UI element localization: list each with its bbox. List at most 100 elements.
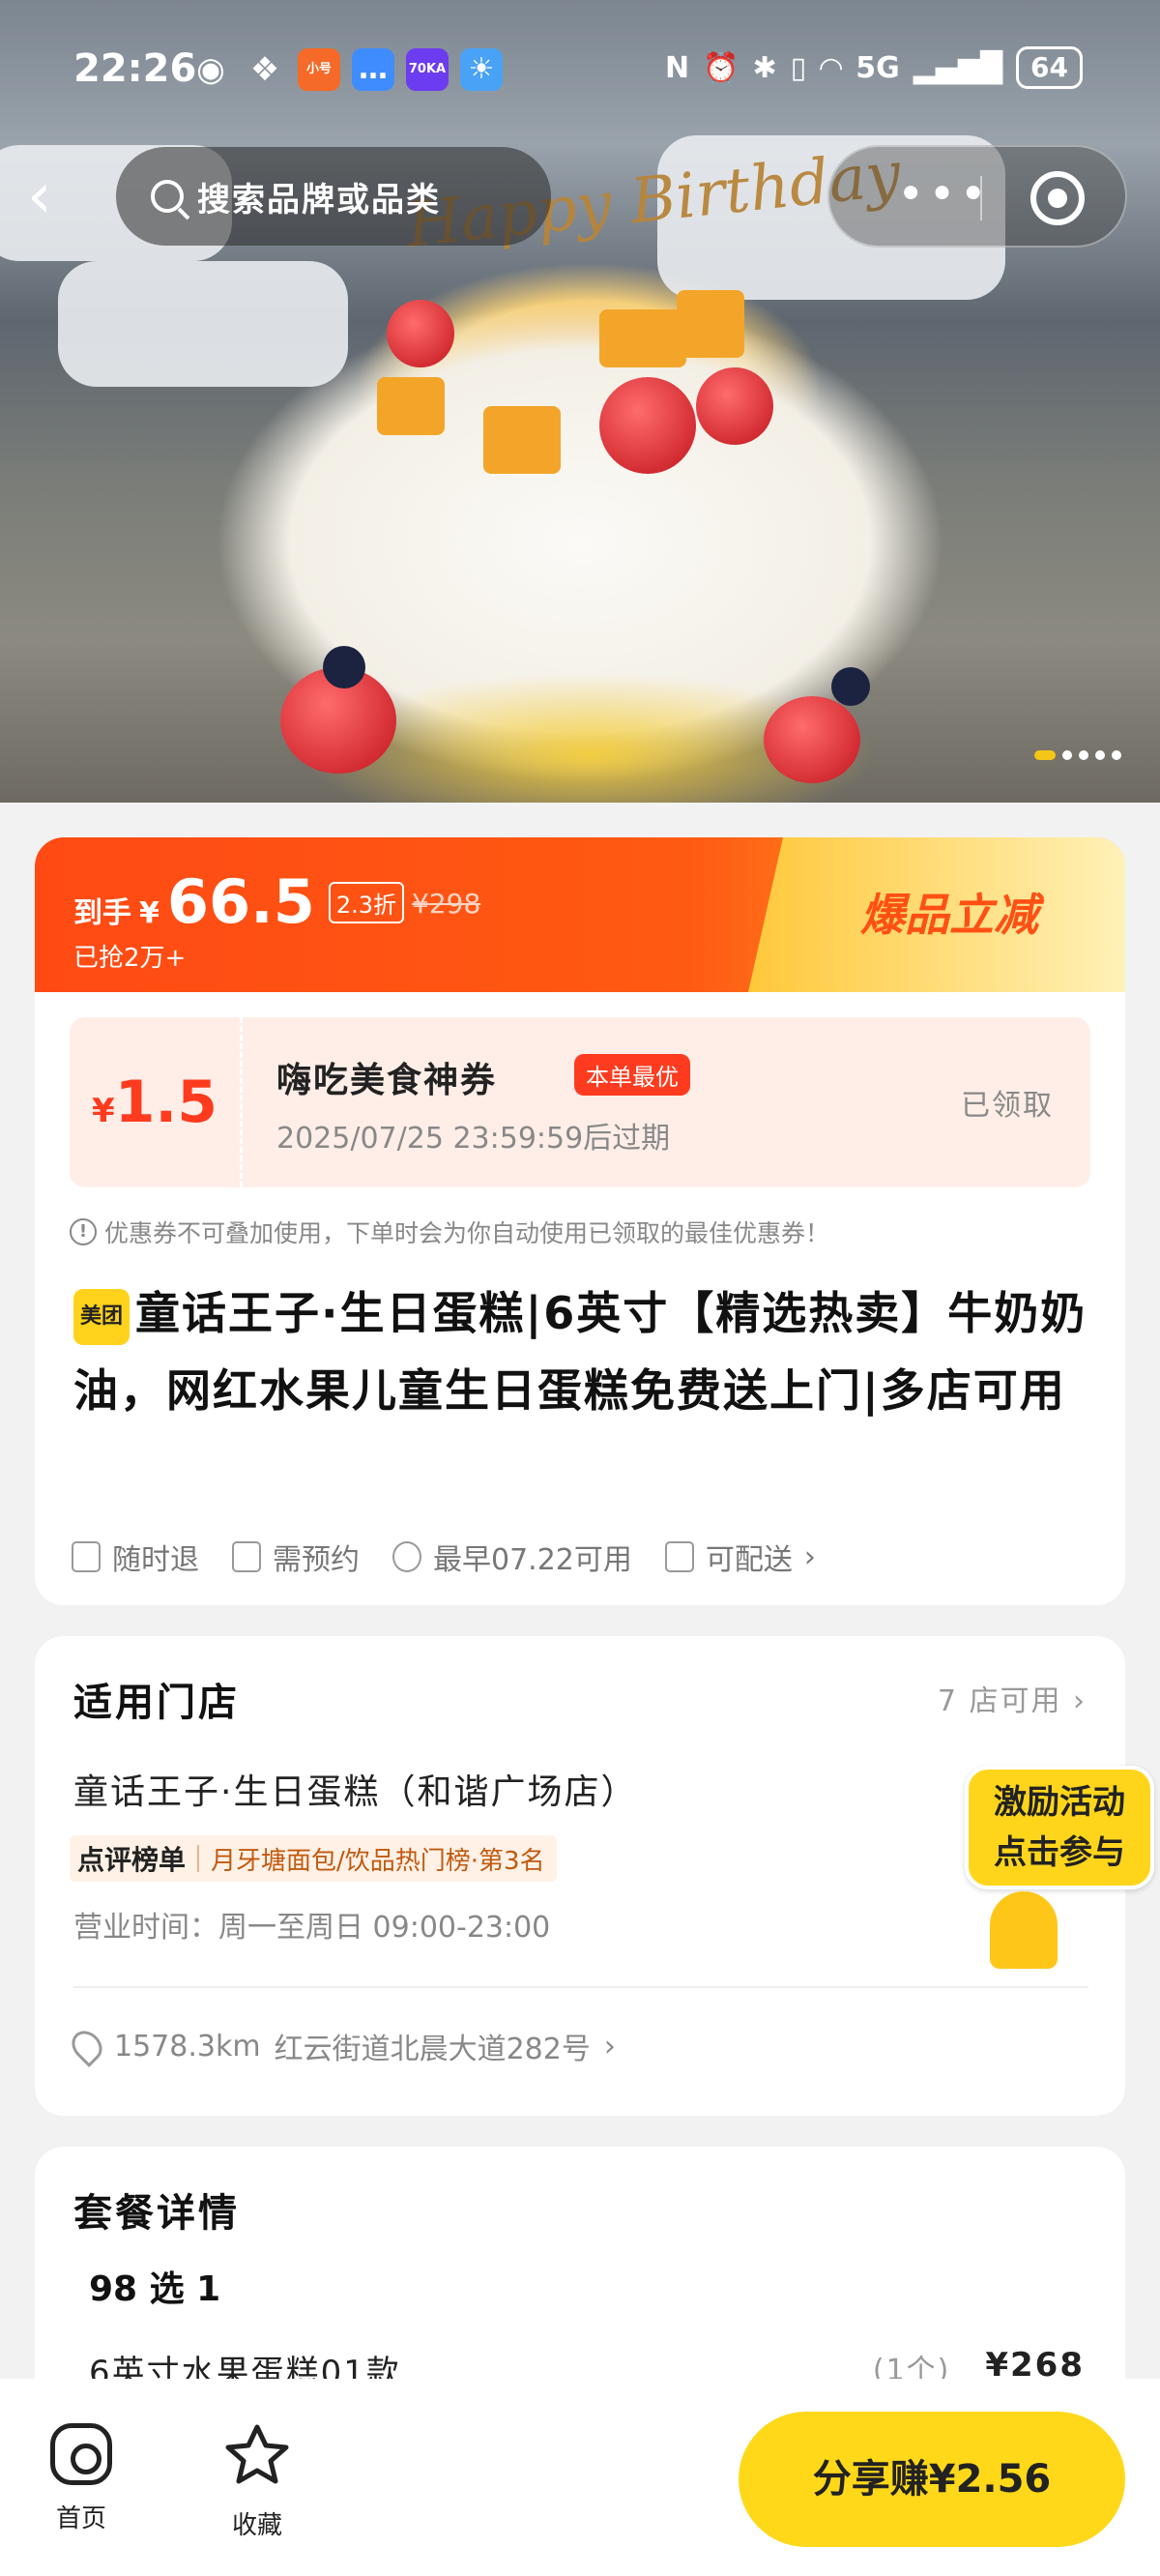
feature-label: 随时退: [112, 1543, 199, 1577]
vibrate-icon: ▯: [790, 50, 807, 85]
capsule-divider: [980, 176, 982, 220]
tab-home-label: 首页: [55, 2504, 106, 2533]
home-icon: [50, 2423, 112, 2485]
product-title-text: 童话王子·生日蛋糕|6英寸【精选热卖】牛奶奶油，网红水果儿童生日蛋糕免费送上门|…: [73, 1287, 1088, 1417]
store-name[interactable]: 童话王子·生日蛋糕（和谐广场店）: [73, 1764, 637, 1814]
app-icon: 70KA: [406, 48, 449, 91]
system-icons: N ⏰ ✱ ▯ ◠ 5G ▂▄▆█ 64: [665, 46, 1083, 89]
coupon-name: 嗨吃美食神券: [276, 1061, 498, 1100]
promo-box[interactable]: 激励活动 点击参与: [965, 1766, 1154, 1889]
status-bar: 22:26 ◉ ❖ 小号 … 70KA ☀ N ⏰ ✱ ▯ ◠ 5G ▂▄▆█ …: [0, 39, 1160, 106]
store-hours: 营业时间：周一至周日 09:00-23:00: [73, 1911, 551, 1945]
tab-favorite[interactable]: 收藏: [199, 2423, 315, 2541]
sold-count: 已抢2万+: [73, 944, 187, 973]
feature-label: 可配送: [705, 1543, 793, 1577]
search-placeholder: 搜索品牌或品类: [197, 180, 441, 220]
chevron-right-icon: ›: [1073, 1684, 1087, 1718]
discount-badge: 2.3折: [328, 882, 405, 923]
more-dots-icon[interactable]: •••: [897, 170, 991, 219]
package-choice: 98 选 1: [89, 2269, 221, 2309]
alarm-icon: ⏰: [703, 50, 740, 85]
original-price: ¥298: [412, 888, 481, 920]
coupon-status: 已领取: [961, 1089, 1054, 1123]
pager-dot: [1095, 750, 1105, 760]
gallery-pager: [1034, 750, 1121, 760]
divider: [73, 1986, 1088, 1988]
cake-fruit: [387, 300, 454, 367]
promo-label: 爆品立减: [860, 889, 1038, 941]
eye-icon: ◉: [196, 50, 225, 89]
signal-icon: ▂▄▆█: [913, 50, 1003, 85]
stores-card: 适用门店 7 店可用 › 童话王子·生日蛋糕（和谐广场店） 点评榜单 月牙塘面包…: [35, 1636, 1125, 2116]
rank-text: 月牙塘面包/饮品热门榜·第3名: [211, 1846, 545, 1876]
coupon-divider: [240, 1017, 243, 1187]
cake-fruit: [377, 377, 445, 435]
cake-fruit: [696, 367, 773, 445]
chevron-right-icon: ›: [603, 2029, 616, 2064]
notification-icons: ◉ ❖ 小号 … 70KA ☀: [189, 48, 503, 91]
coupon-value: 1.5: [114, 1068, 218, 1136]
meituan-badge: 美团: [73, 1289, 130, 1345]
cake-fruit: [677, 290, 744, 358]
cake-fruit: [599, 377, 696, 474]
store-distance: 1578.3km: [114, 2029, 261, 2064]
mascot-icon: [990, 1891, 1058, 1969]
document-icon: [72, 1541, 101, 1572]
floating-promo[interactable]: 激励活动 点击参与: [965, 1766, 1154, 1969]
pager-dot: [1112, 750, 1121, 760]
package-title: 套餐详情: [73, 2191, 240, 2236]
cake-fruit: [764, 696, 860, 783]
mini-program-capsule[interactable]: •••: [827, 145, 1127, 248]
cake-fruit: [483, 406, 561, 474]
chevron-right-icon: ›: [803, 1539, 816, 1574]
coupon-best-badge: 本单最优: [574, 1054, 690, 1096]
message-icon: …: [352, 48, 394, 91]
wechat-icon: ❖: [249, 50, 280, 89]
stores-title: 适用门店: [73, 1681, 240, 1725]
location-pin-icon: [66, 2025, 108, 2067]
app-icon: 小号: [298, 48, 340, 91]
target-icon[interactable]: [1030, 171, 1085, 225]
feature-item: 随时退: [72, 1536, 199, 1578]
rank-badge-label: 点评榜单: [77, 1844, 187, 1876]
product-image[interactable]: Happy Birthday: [0, 0, 1160, 803]
pager-dot: [1034, 750, 1056, 760]
product-card: 到手 ¥ 66.5 2.3折 ¥298 已抢2万+ 爆品立减 ¥1.5 嗨吃美食…: [35, 837, 1125, 1605]
feature-item: 可配送 ›: [664, 1536, 816, 1578]
share-earn-button[interactable]: 分享赚¥2.56: [739, 2412, 1125, 2547]
price-banner: 到手 ¥ 66.5 2.3折 ¥298 已抢2万+ 爆品立减: [35, 837, 1125, 992]
delivery-icon: [664, 1541, 694, 1572]
star-icon: [225, 2424, 289, 2484]
info-icon: !: [70, 1218, 97, 1245]
tab-home[interactable]: 首页: [23, 2423, 139, 2534]
coupon-notice: ! 优惠券不可叠加使用，下单时会为你自动使用已领取的最佳优惠券！: [70, 1215, 829, 1249]
cake-fruit: [323, 646, 365, 688]
promo-line1: 激励活动: [994, 1783, 1125, 1822]
final-price-label: 到手: [73, 896, 131, 930]
status-time: 22:26: [73, 46, 197, 91]
rank-badge[interactable]: 点评榜单 月牙塘面包/饮品热门榜·第3名: [70, 1835, 557, 1882]
stores-count-link[interactable]: 7 店可用 ›: [938, 1677, 1087, 1719]
feature-item: 需预约: [232, 1536, 360, 1578]
search-input[interactable]: 搜索品牌或品类: [116, 147, 551, 246]
background-car: [58, 261, 348, 387]
feature-label: 需预约: [273, 1543, 360, 1577]
stores-count: 7 店可用: [937, 1684, 1062, 1718]
calendar-check-icon: [232, 1541, 261, 1572]
cake-fruit: [831, 667, 870, 706]
currency-symbol: ¥: [139, 896, 160, 930]
coupon-notice-text: 优惠券不可叠加使用，下单时会为你自动使用已领取的最佳优惠券！: [104, 1219, 830, 1247]
signal-label: 5G: [856, 50, 900, 85]
store-address[interactable]: 1578.3km 红云街道北晨大道282号 ›: [66, 2025, 616, 2067]
feature-list[interactable]: 随时退 需预约 最早07.22可用 可配送 ›: [72, 1536, 816, 1578]
coupon-expiry: 2025/07/25 23:59:59后过期: [276, 1122, 671, 1156]
battery-icon: 64: [1016, 46, 1083, 89]
tab-favorite-label: 收藏: [231, 2511, 282, 2540]
coupon-card[interactable]: ¥1.5 嗨吃美食神券 本单最优 2025/07/25 23:59:59后过期 …: [70, 1017, 1090, 1187]
nfc-icon: N: [665, 50, 690, 85]
back-icon[interactable]: ‹: [27, 162, 85, 230]
feature-label: 最早07.22可用: [433, 1543, 632, 1577]
product-title: 美团 童话王子·生日蛋糕|6英寸【精选热卖】牛奶奶油，网红水果儿童生日蛋糕免费送上…: [73, 1274, 1088, 1429]
final-price-amount: 66.5: [166, 866, 315, 937]
weather-icon: ☀: [460, 48, 503, 91]
